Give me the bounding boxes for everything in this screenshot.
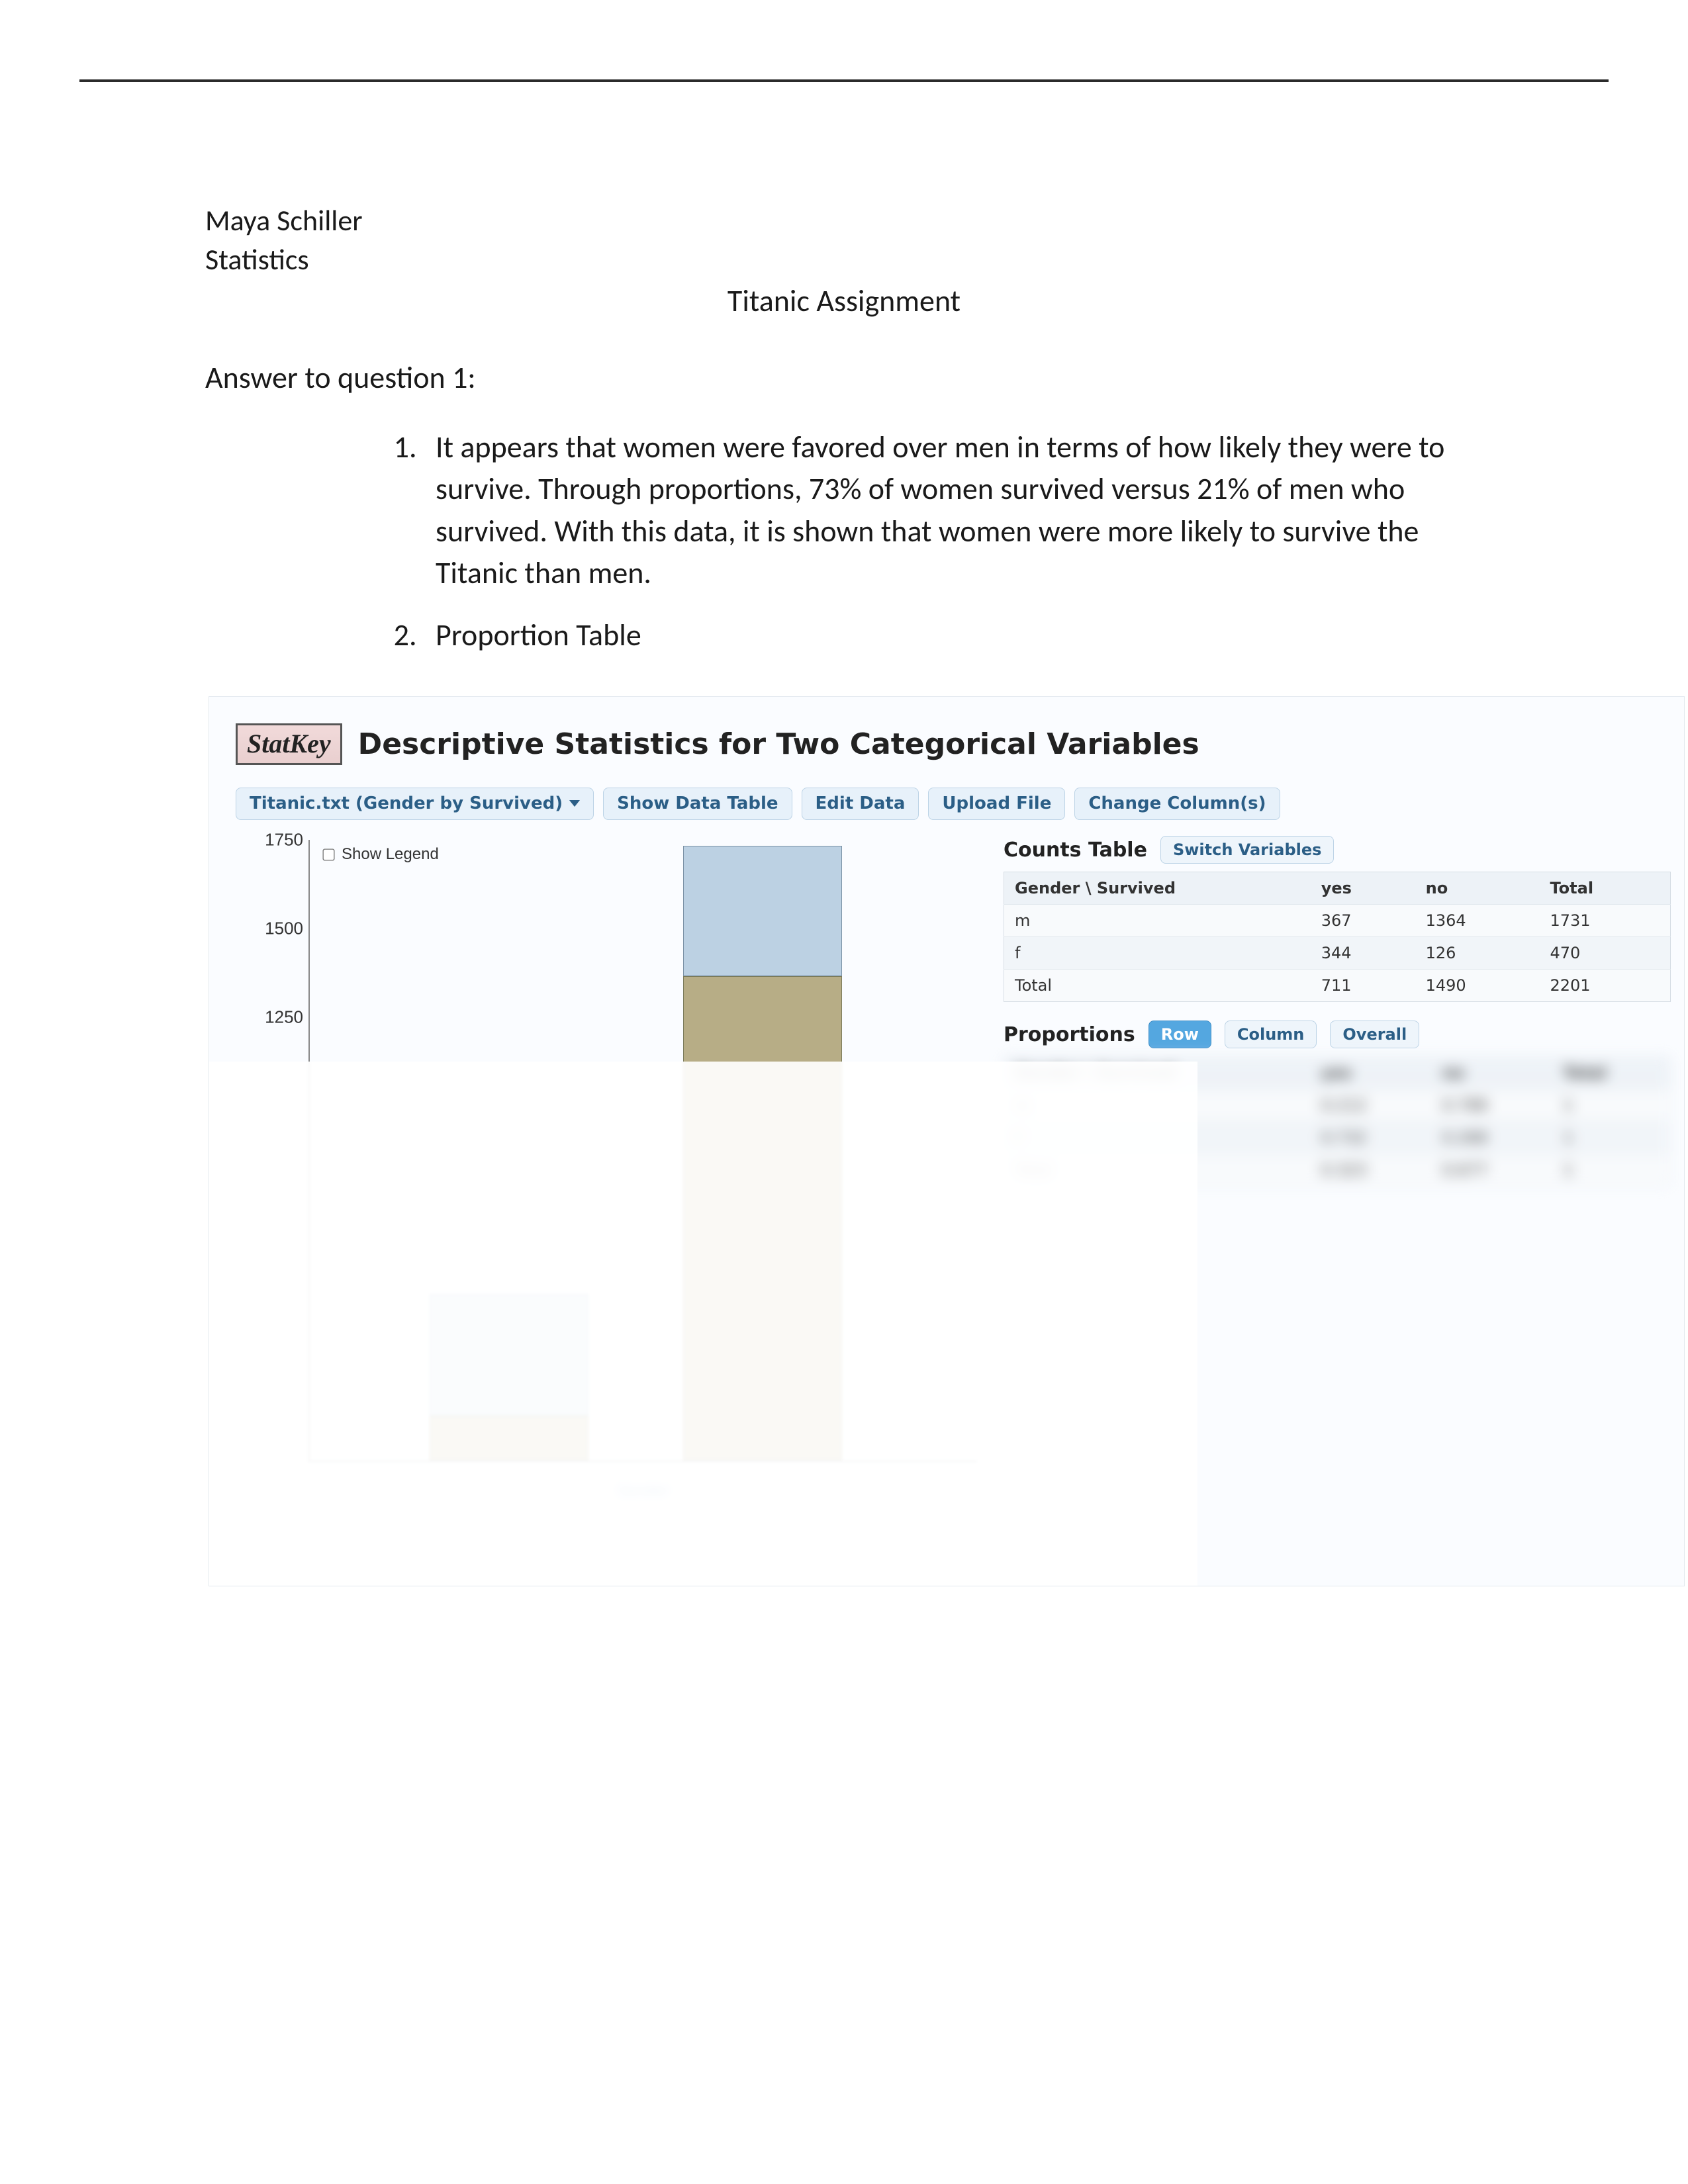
statkey-page-title: Descriptive Statistics for Two Categoric… xyxy=(358,727,1199,761)
cell: m xyxy=(1004,905,1311,937)
ytick-1500: 1500 xyxy=(240,919,303,939)
ytick-1750: 1750 xyxy=(240,830,303,850)
bar-f-no xyxy=(430,1416,588,1461)
cell: no xyxy=(1432,1057,1553,1089)
tab-overall[interactable]: Overall xyxy=(1330,1021,1419,1048)
counts-title: Counts Table xyxy=(1004,839,1147,862)
bar-m-no xyxy=(683,976,842,1461)
statkey-logo: StatKey xyxy=(236,723,342,765)
document-page: Maya Schiller Statistics Titanic Assignm… xyxy=(0,0,1688,2184)
cell: Gender \ Survived xyxy=(1004,1057,1311,1089)
cell: 1490 xyxy=(1415,970,1540,1002)
show-data-table-button[interactable]: Show Data Table xyxy=(603,788,792,820)
x-axis-label: Gender xyxy=(310,1479,977,1500)
cell: 1731 xyxy=(1540,905,1671,937)
proportions-title: Proportions xyxy=(1004,1023,1135,1046)
cell: 367 xyxy=(1311,905,1415,937)
course-name: Statistics xyxy=(205,240,1483,279)
bar-f xyxy=(430,1294,588,1461)
dataset-label: Titanic.txt (Gender by Survived) xyxy=(250,794,563,813)
cell: Total xyxy=(1552,1057,1670,1089)
table-row: Gender \ Survived yes no Total xyxy=(1004,872,1671,905)
stacked-bar-chart: Show Legend 1750 1500 1250 xyxy=(236,833,977,1508)
switch-variables-button[interactable]: Switch Variables xyxy=(1160,836,1335,864)
tab-row[interactable]: Row xyxy=(1149,1021,1211,1048)
statkey-titlebar: StatKey Descriptive Statistics for Two C… xyxy=(236,723,1684,765)
chevron-down-icon xyxy=(569,800,580,807)
plot-area: 1750 1500 1250 Gender xyxy=(308,840,977,1462)
bar-m-yes xyxy=(683,846,842,976)
tab-column[interactable]: Column xyxy=(1225,1021,1317,1048)
assignment-title: Titanic Assignment xyxy=(79,283,1609,320)
col-header-no: no xyxy=(1415,872,1540,905)
table-row: Total 711 1490 2201 xyxy=(1004,970,1671,1002)
cell: Total xyxy=(1004,970,1311,1002)
doc-header: Maya Schiller Statistics xyxy=(79,201,1609,280)
table-row: m 367 1364 1731 xyxy=(1004,905,1671,937)
dataset-dropdown[interactable]: Titanic.txt (Gender by Survived) xyxy=(236,788,594,820)
top-rule xyxy=(79,79,1609,82)
cell: 470 xyxy=(1540,937,1671,970)
cell: 711 xyxy=(1311,970,1415,1002)
statkey-toolbar: Titanic.txt (Gender by Survived) Show Da… xyxy=(236,788,1684,820)
cell: 126 xyxy=(1415,937,1540,970)
table-row: f 344 126 470 xyxy=(1004,937,1671,970)
edit-data-button[interactable]: Edit Data xyxy=(802,788,919,820)
table-row: m0.2120.7881 xyxy=(1004,1089,1671,1122)
table-row: Total0.3230.6771 xyxy=(1004,1154,1671,1187)
cell: yes xyxy=(1311,1057,1432,1089)
col-header-total: Total xyxy=(1540,872,1671,905)
question-heading: Answer to question 1: xyxy=(79,359,1609,396)
answer-list: It appears that women were favored over … xyxy=(79,427,1609,657)
statkey-panel: StatKey Descriptive Statistics for Two C… xyxy=(209,696,1685,1586)
cell: 344 xyxy=(1311,937,1415,970)
ytick-1250: 1250 xyxy=(240,1007,303,1028)
table-row: Gender \ Survived yes no Total xyxy=(1004,1057,1671,1089)
proportions-table: Gender \ Survived yes no Total m0.2120.7… xyxy=(1004,1056,1671,1187)
cell: 2201 xyxy=(1540,970,1671,1002)
counts-table: Gender \ Survived yes no Total m 367 136… xyxy=(1004,872,1671,1002)
cell: 1364 xyxy=(1415,905,1540,937)
col-header-yes: yes xyxy=(1311,872,1415,905)
bar-f-yes xyxy=(430,1294,588,1416)
change-columns-button[interactable]: Change Column(s) xyxy=(1074,788,1280,820)
table-row: f0.7320.2681 xyxy=(1004,1122,1671,1154)
statkey-tables: Counts Table Switch Variables Gender \ S… xyxy=(1004,833,1684,1187)
counts-header: Counts Table Switch Variables xyxy=(1004,836,1671,864)
upload-file-button[interactable]: Upload File xyxy=(928,788,1065,820)
answer-item-1: It appears that women were favored over … xyxy=(424,427,1483,595)
col-header-rowlabel: Gender \ Survived xyxy=(1004,872,1311,905)
cell: f xyxy=(1004,937,1311,970)
statkey-body: Show Legend 1750 1500 1250 xyxy=(236,833,1684,1508)
proportions-header: Proportions Row Column Overall xyxy=(1004,1021,1671,1048)
bar-m xyxy=(683,846,842,1461)
answer-item-2: Proportion Table xyxy=(424,615,1483,657)
author-name: Maya Schiller xyxy=(205,201,1483,240)
